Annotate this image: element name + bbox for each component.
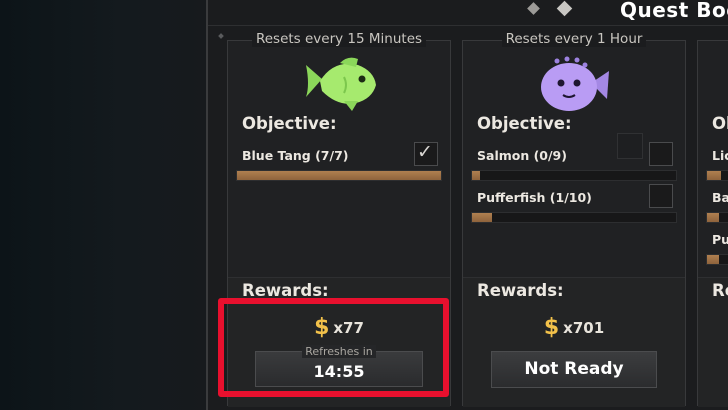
reset-timer-label: Resets every 1 Hour xyxy=(463,31,685,47)
quest-card-3: Ol Lic Ba Pu Re xyxy=(697,40,728,407)
progress-fill xyxy=(707,255,719,264)
game-screen: Quest Boo Resets every 15 Minutes Object… xyxy=(0,0,728,410)
objective-label: Objective: xyxy=(477,114,572,133)
rewards-label: Rewards: xyxy=(477,281,564,300)
reward-amount: x701 xyxy=(563,318,605,337)
progress-fill xyxy=(472,171,481,180)
objective-row: Salmon (0/9) xyxy=(463,142,685,185)
objective-name: Pu xyxy=(712,232,728,247)
checkmark-icon: ✓ xyxy=(417,141,433,163)
green-fish-icon xyxy=(306,57,376,111)
purple-pufferfish-icon xyxy=(541,56,609,111)
rewards-section: Re xyxy=(698,277,728,407)
dollar-coin-icon: $ xyxy=(543,315,560,340)
highlight-annotation xyxy=(218,298,449,397)
objective-label: Ol xyxy=(712,114,728,133)
objective-progress-bar xyxy=(706,254,728,265)
objective-name: Lic xyxy=(712,148,728,163)
quest-book-title: Quest Boo xyxy=(620,0,728,22)
objective-progress-bar xyxy=(706,212,728,223)
objective-progress-bar xyxy=(471,170,677,181)
reset-timer-label: Resets every 15 Minutes xyxy=(228,31,450,47)
reward-line: $ x701 xyxy=(463,315,685,340)
objective-progress-bar xyxy=(706,170,728,181)
rewards-section: Rewards: $ x701 Not Ready xyxy=(463,277,685,407)
objective-label: Objective: xyxy=(242,114,337,133)
objective-progress-bar xyxy=(471,212,677,223)
objective-name: Blue Tang (7/7) xyxy=(242,148,349,163)
objective-progress-bar xyxy=(236,170,442,181)
objective-checkbox[interactable] xyxy=(649,142,673,166)
objective-checkbox[interactable] xyxy=(649,184,673,208)
objective-name: Salmon (0/9) xyxy=(477,148,567,163)
progress-fill xyxy=(472,213,493,222)
progress-fill xyxy=(707,213,719,222)
quest-card-2: Resets every 1 Hour Objective: Salmon (0… xyxy=(462,31,686,407)
objective-row: Blue Tang (7/7) ✓ xyxy=(228,141,450,185)
objective-checkbox[interactable]: ✓ xyxy=(414,141,438,166)
faded-background-box xyxy=(617,133,643,159)
background-scene xyxy=(0,0,206,410)
progress-fill xyxy=(707,171,721,180)
objective-row: Pufferfish (1/10) xyxy=(463,184,685,227)
rewards-label: Re xyxy=(712,281,728,300)
not-ready-button[interactable]: Not Ready xyxy=(491,351,657,388)
objective-name: Pufferfish (1/10) xyxy=(477,190,592,205)
progress-fill xyxy=(237,171,441,180)
objective-name: Ba xyxy=(712,190,728,205)
